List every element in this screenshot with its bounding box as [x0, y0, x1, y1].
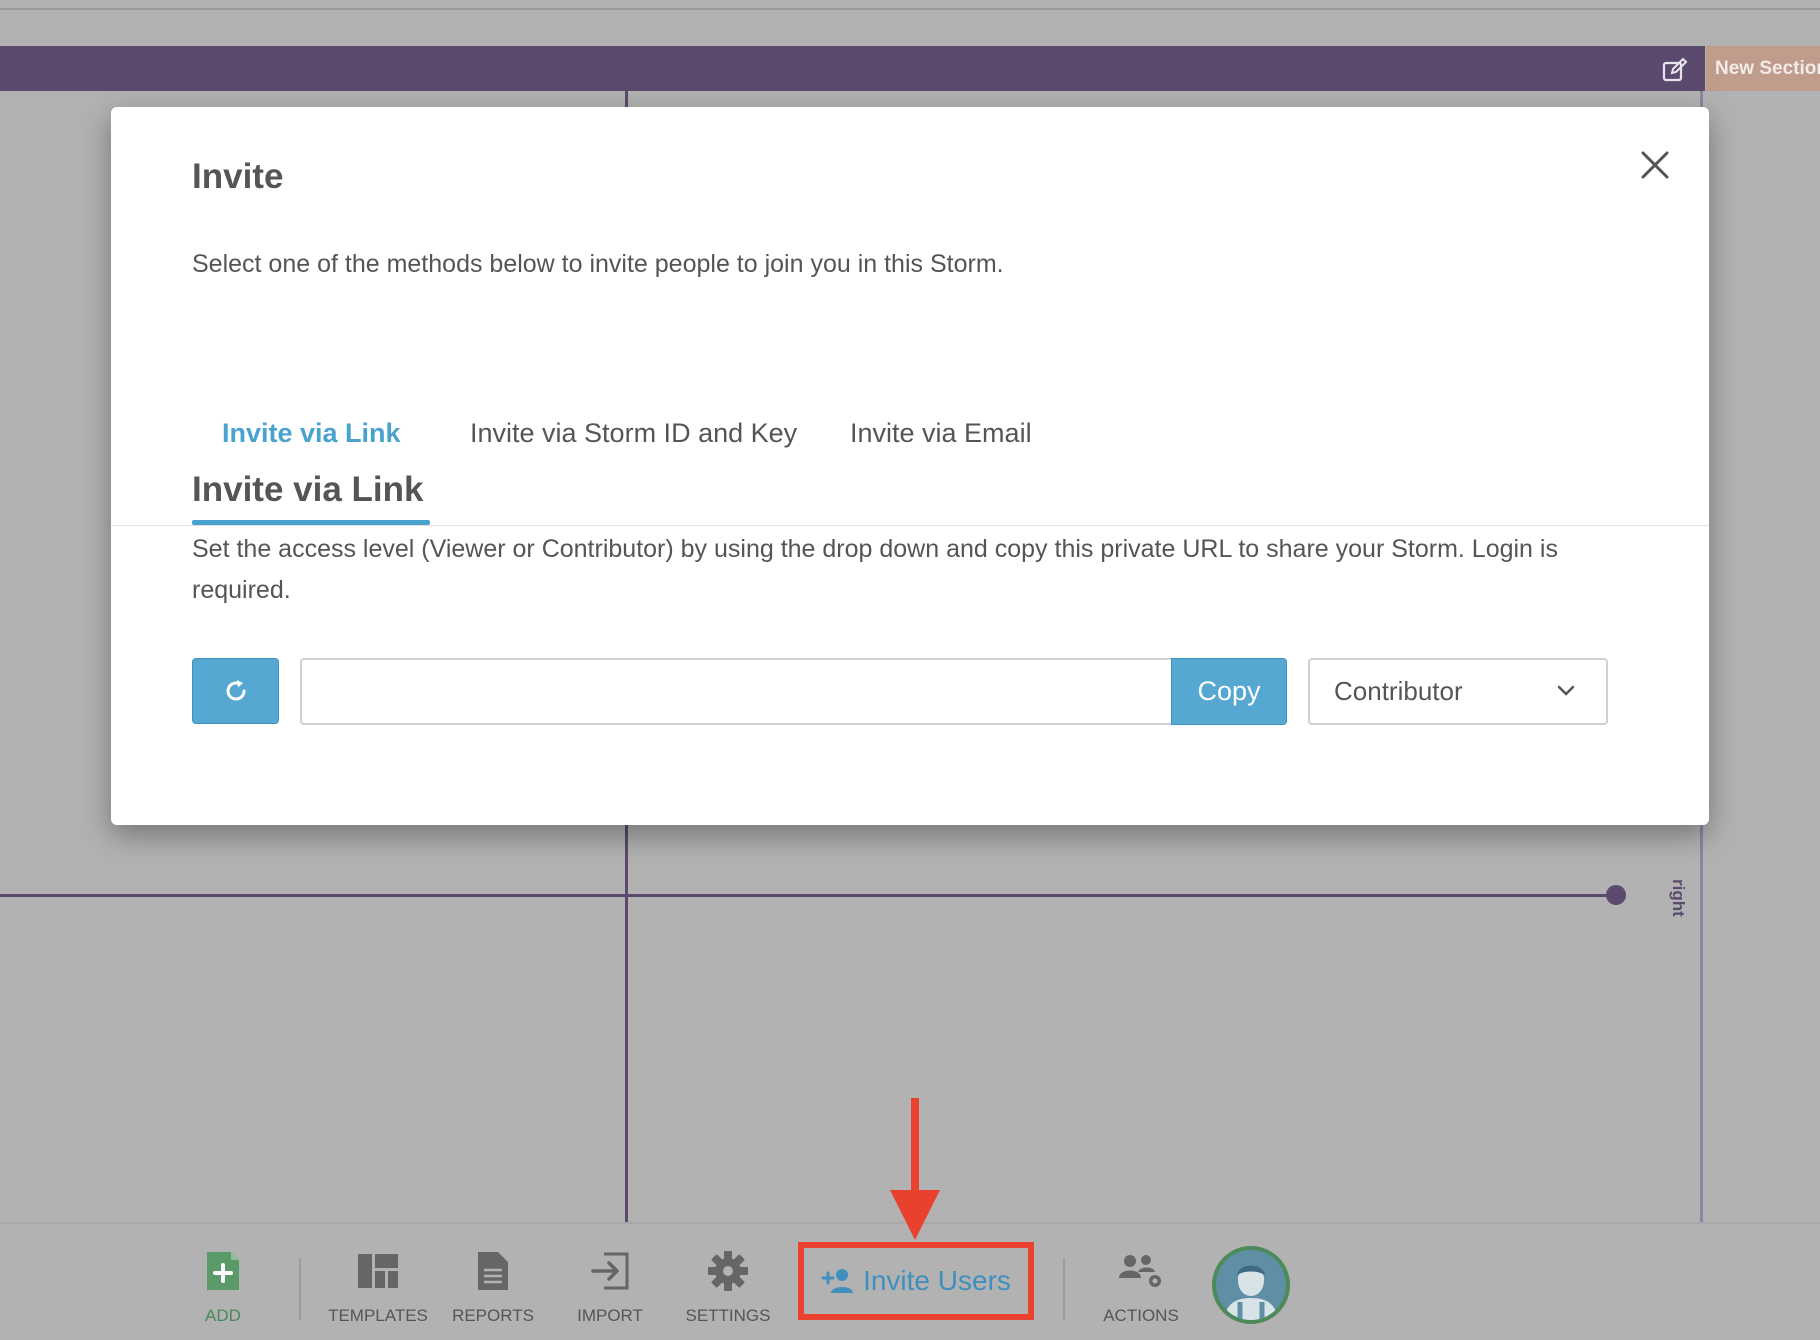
new-section-tab[interactable]: New Section — [1706, 46, 1820, 91]
settings-label: SETTINGS — [685, 1306, 771, 1325]
tab-invite-via-storm-id[interactable]: Invite via Storm ID and Key — [460, 415, 800, 523]
add-label: ADD — [205, 1306, 241, 1325]
toolbar-separator — [1063, 1258, 1065, 1320]
actions-button[interactable]: ACTIONS — [1101, 1224, 1181, 1340]
section-description: Set the access level (Viewer or Contribu… — [192, 535, 1558, 604]
tab-label: Invite via Storm ID and Key — [470, 418, 798, 448]
axis-label-right: right — [1669, 879, 1688, 917]
section-title: Invite via Link — [192, 470, 424, 509]
user-avatar[interactable] — [1212, 1246, 1290, 1324]
invite-url-input[interactable] — [300, 658, 1172, 725]
tab-label: Invite via Email — [850, 418, 1032, 448]
user-avatar-icon — [1224, 1265, 1278, 1320]
import-icon — [591, 1252, 629, 1290]
add-button[interactable]: ADD — [191, 1224, 255, 1340]
close-icon[interactable] — [1635, 145, 1675, 185]
board-horizontal-axis — [0, 894, 1617, 897]
chevron-down-icon — [1557, 685, 1575, 696]
tab-label: Invite via Link — [222, 418, 401, 448]
invite-users-button[interactable]: Invite Users — [798, 1242, 1034, 1320]
reports-button[interactable]: REPORTS — [452, 1224, 534, 1340]
actions-label: ACTIONS — [1103, 1306, 1179, 1325]
copy-button[interactable]: Copy — [1171, 658, 1287, 725]
add-user-icon — [821, 1269, 854, 1293]
reports-label: REPORTS — [452, 1306, 534, 1325]
modal-subtitle: Select one of the methods below to invit… — [192, 250, 1004, 278]
tab-invite-via-email[interactable]: Invite via Email — [850, 415, 1050, 523]
arrow-down-icon — [890, 1098, 940, 1240]
templates-button[interactable]: TEMPLATES — [328, 1224, 428, 1340]
edit-icon[interactable] — [1662, 58, 1688, 82]
settings-button[interactable]: SETTINGS — [684, 1224, 772, 1340]
templates-icon — [358, 1254, 398, 1288]
gear-icon — [708, 1251, 748, 1291]
top-divider — [0, 0, 1820, 10]
invite-users-label: Invite Users — [863, 1265, 1011, 1296]
axis-handle[interactable] — [1606, 885, 1626, 905]
add-file-icon — [207, 1252, 239, 1290]
section-header-bar — [0, 46, 1705, 91]
invite-modal: Invite Select one of the methods below t… — [111, 107, 1709, 825]
import-label: IMPORT — [577, 1306, 643, 1325]
templates-label: TEMPLATES — [328, 1306, 428, 1325]
access-level-select[interactable]: Contributor — [1308, 658, 1608, 725]
users-gear-icon — [1119, 1255, 1161, 1287]
report-icon — [478, 1252, 508, 1290]
refresh-icon — [226, 680, 245, 701]
toolbar-separator — [299, 1258, 301, 1320]
modal-title: Invite — [192, 157, 284, 196]
import-button[interactable]: IMPORT — [571, 1224, 649, 1340]
regenerate-link-button[interactable] — [192, 658, 279, 724]
access-level-value: Contributor — [1334, 676, 1463, 706]
